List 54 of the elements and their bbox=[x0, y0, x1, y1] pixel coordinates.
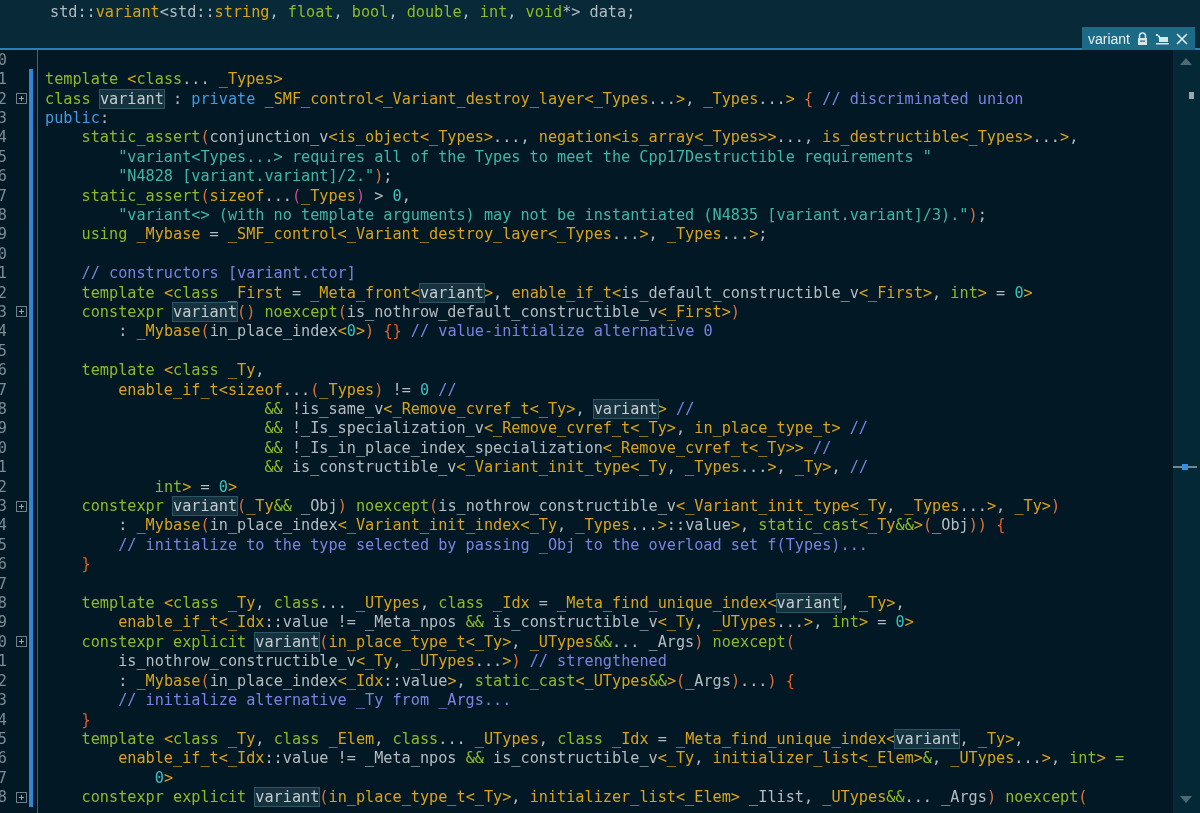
scroll-mark bbox=[1189, 92, 1194, 99]
code-line: constexpr variant() noexcept(is_nothrow_default_constructible_v<_First>) bbox=[81, 303, 740, 321]
collapse-icon[interactable] bbox=[16, 791, 27, 803]
code-line: template <class _Ty, class... _UTypes, class _Idx = _Meta_find_unique_index<variant, _Ty>, bbox=[81, 594, 905, 613]
collapse-icon[interactable] bbox=[16, 306, 27, 318]
code-line: class variant : private _SMF_control<_Variant_destroy_layer<_Types...>, _Types...> { // discriminated union bbox=[45, 89, 1024, 108]
peek-tab[interactable]: variant bbox=[1081, 27, 1195, 50]
code-line: "N4828 [variant.variant]/2."); bbox=[118, 167, 393, 186]
line-number: 1 bbox=[0, 652, 7, 671]
caret-position-marker bbox=[1173, 464, 1197, 470]
code-line: template <class _Ty, bbox=[81, 361, 265, 380]
code-line: is_nothrow_constructible_v<_Ty, _UTypes...>) // strengthened bbox=[118, 652, 667, 671]
code-line: static_assert(conjunction_v<is_object<_Types>..., negation<is_array<_Types>>..., is_destructible<_Types>...>, bbox=[81, 128, 1079, 147]
code-line: : _Mybase(in_place_index<_Variant_init_index<_Ty, _Types...>::value>, static_cast<_Ty&&>(_Obj)) { bbox=[118, 516, 1006, 535]
code-line: && is_constructible_v<_Variant_init_type<_Ty, _Types...>, _Ty>, // bbox=[264, 458, 869, 477]
code-line: && !_Is_specialization_v<_Remove_cvref_t<_Ty>, in_place_type_t> // bbox=[264, 419, 868, 438]
code-line: : _Mybase(in_place_index<_Idx::value>, static_cast<_UTypes&&>(_Args)...) { bbox=[118, 671, 795, 690]
code-line: // initialize alternative _Ty from _Args... bbox=[118, 691, 512, 710]
code-line: // constructors [variant.ctor] bbox=[81, 264, 356, 283]
close-icon[interactable] bbox=[1176, 32, 1188, 45]
collapse-icon[interactable] bbox=[16, 93, 27, 104]
peek-code-line: std::variant<std::string, float, bool, double, int, void*> data; bbox=[50, 3, 636, 22]
code-line: "variant<> (with no template arguments) may not be instantiated (N4835 [variant.variant]/3)."); bbox=[118, 205, 987, 224]
code-line: public: bbox=[45, 108, 110, 127]
code-line: constexpr explicit variant(in_place_type_t<_Ty>, _UTypes&&... _Args) noexcept( bbox=[81, 632, 795, 651]
code-line: template <class... _Types> bbox=[45, 70, 283, 89]
code-line: && !_Is_in_place_index_specialization<_Remove_cvref_t<_Ty>> // bbox=[264, 438, 832, 457]
code-line: } bbox=[81, 555, 91, 574]
line-number: 1 bbox=[0, 264, 7, 283]
code-line: : _Mybase(in_place_index<0>) {} // value-initialize alternative 0 bbox=[118, 322, 713, 341]
pin-icon[interactable] bbox=[1155, 32, 1169, 45]
code-line: enable_if_t<_Idx::value != _Meta_npos && is_constructible_v<_Ty, _UTypes...>, int> = 0> bbox=[118, 613, 914, 632]
scroll-up-icon[interactable] bbox=[1180, 58, 1192, 65]
code-line: constexpr variant(_Ty&& _Obj) noexcept(is_nothrow_constructible_v<_Variant_init_type<_Ty, _Types...>, _Ty>) bbox=[81, 497, 1061, 516]
code-line: template <class _Ty, class _Elem, class... _UTypes, class _Idx = _Meta_find_unique_index<variant, _Ty>, bbox=[81, 729, 1024, 748]
code-line: // initialize to the type selected by passing _Obj to the overload set f(Types)... bbox=[118, 535, 868, 554]
scroll-down-icon[interactable] bbox=[1180, 796, 1192, 803]
line-number: 1 bbox=[0, 70, 7, 89]
lock-icon[interactable] bbox=[1137, 32, 1148, 45]
collapse-icon[interactable] bbox=[16, 500, 27, 512]
peek-tab-title: variant bbox=[1087, 30, 1130, 47]
code-line: static_assert(sizeof...(_Types) > 0, bbox=[81, 186, 411, 205]
code-line: "variant<Types...> requires all of the Types to meet the Cpp17Destructible requirements " bbox=[118, 147, 932, 166]
code-line: using _Mybase = _SMF_control<_Variant_destroy_layer<_Types...>, _Types...>; bbox=[81, 225, 768, 244]
code-line: template <class _First = _Meta_front<variant>, enable_if_t<is_default_constructible_v<_First>, int> = 0> bbox=[81, 283, 1033, 302]
vertical-scrollbar[interactable] bbox=[1173, 50, 1200, 813]
code-line: enable_if_t<sizeof...(_Types) != 0 // bbox=[118, 380, 457, 399]
code-line: constexpr explicit variant(in_place_type_t<_Ty>, initializer_list<_Elem> _Ilist, _UTypes&&... _Args) noexcept( bbox=[81, 788, 1088, 807]
code-line: 0> bbox=[154, 768, 174, 787]
code-line: } bbox=[81, 710, 91, 729]
line-number: 1 bbox=[0, 458, 7, 477]
code-line: int> = 0> bbox=[154, 477, 238, 496]
collapse-icon[interactable] bbox=[16, 636, 27, 648]
code-line: enable_if_t<_Idx::value != _Meta_npos && is_constructible_v<_Ty, initializer_list<_Elem>&, _UTypes...>, int> = bbox=[118, 749, 1125, 768]
